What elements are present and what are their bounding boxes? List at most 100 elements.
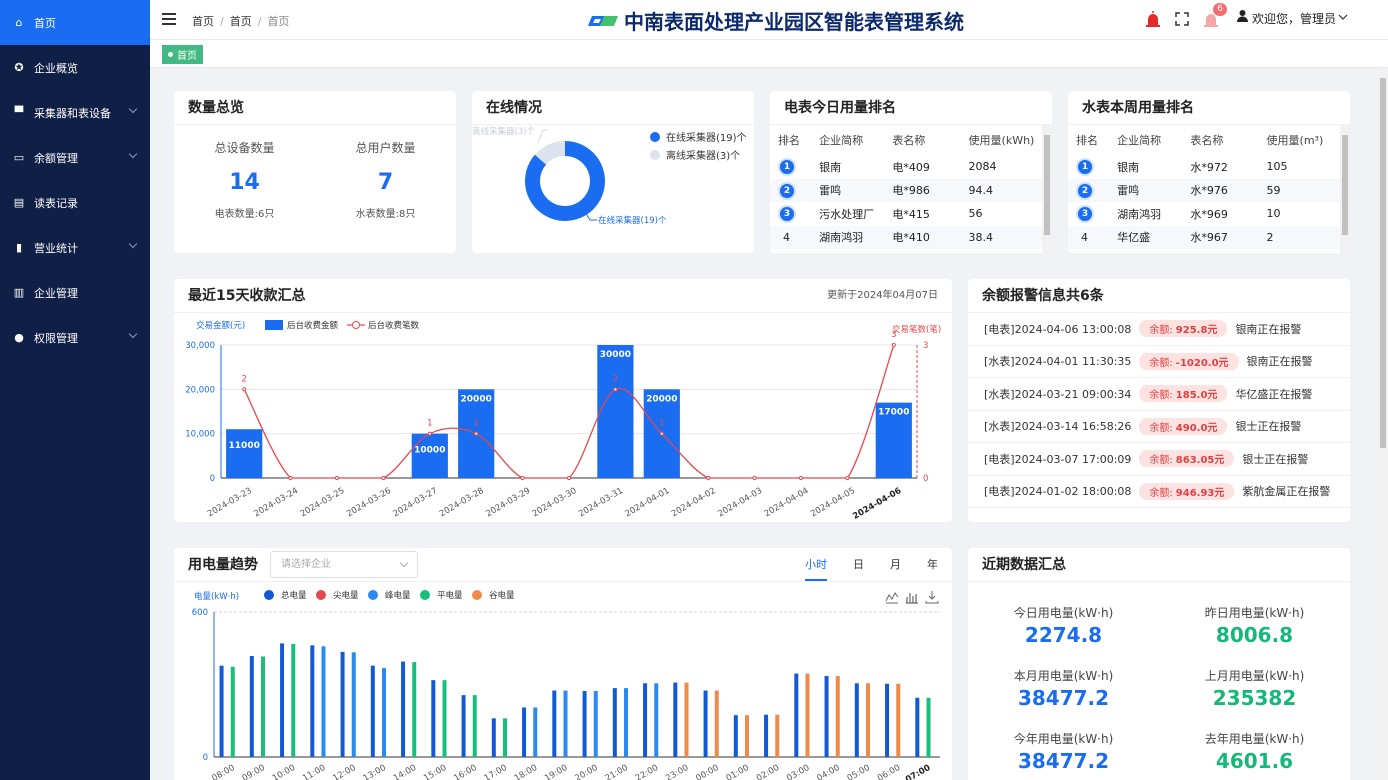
bar[interactable] [382, 668, 387, 757]
sidebar-item-3[interactable]: ▭ 余额管理 [0, 135, 150, 180]
alarm-icon[interactable] [1145, 10, 1161, 27]
bar[interactable] [321, 646, 326, 757]
bar[interactable] [491, 718, 496, 757]
sidebar-item-4[interactable]: ▤ 读表记录 [0, 180, 150, 225]
bar[interactable] [597, 345, 634, 478]
legend-item[interactable]: 总电量 [281, 590, 307, 601]
bar[interactable] [552, 690, 557, 757]
download-icon[interactable] [925, 591, 939, 604]
line-point[interactable] [381, 475, 386, 481]
line-point[interactable] [752, 475, 757, 481]
tab-home[interactable]: 首页 [162, 45, 203, 64]
bar-chart-icon[interactable] [906, 593, 918, 604]
bar[interactable] [835, 676, 840, 757]
line-point[interactable] [288, 475, 293, 481]
alert-row[interactable]: [水表]2024-03-14 16:58:26 余额: 490.0元 银士正在报警 [968, 411, 1350, 443]
bar[interactable] [885, 683, 890, 757]
bar[interactable] [775, 714, 780, 757]
page-scrollbar[interactable] [1378, 68, 1388, 780]
scrollbar[interactable] [1340, 125, 1350, 253]
bar[interactable] [249, 655, 254, 757]
legend-line[interactable]: 后台收费笔数 [368, 320, 420, 331]
line-chart-icon[interactable] [885, 592, 899, 604]
bar[interactable] [401, 661, 406, 757]
bar[interactable] [593, 691, 598, 757]
bar[interactable] [411, 433, 448, 478]
line-point[interactable] [242, 387, 247, 392]
line-point[interactable] [891, 342, 896, 348]
line-point[interactable] [566, 475, 572, 481]
bar[interactable] [926, 697, 931, 757]
user-menu[interactable]: 欢迎您，管理员 [1236, 10, 1348, 27]
legend-offline[interactable]: 离线采集器(3)个 [666, 149, 740, 162]
bar[interactable] [805, 673, 810, 757]
bar[interactable] [351, 652, 356, 757]
bar[interactable] [472, 695, 477, 757]
alert-row[interactable]: [电表]2024-03-07 17:00:09 余额: 863.05元 银士正在报警 [968, 443, 1350, 476]
bar[interactable] [340, 651, 345, 757]
bar[interactable] [230, 666, 235, 757]
bar[interactable] [503, 718, 508, 757]
bar[interactable] [896, 683, 901, 757]
alert-row[interactable]: [水表]2024-03-21 09:00:34 余额: 185.0元 华亿盛正在报警 [968, 378, 1350, 411]
bar[interactable] [280, 643, 285, 757]
scrollbar[interactable] [1042, 125, 1052, 253]
legend-item[interactable]: 峰电量 [385, 590, 411, 601]
line-point[interactable] [474, 431, 479, 436]
bar[interactable] [643, 683, 648, 757]
bar[interactable] [714, 690, 719, 757]
bar[interactable] [733, 715, 738, 757]
bar[interactable] [824, 676, 829, 757]
sidebar-item-1[interactable]: ✪ 企业概览 [0, 45, 150, 90]
period-tab[interactable]: 年 [927, 548, 938, 582]
company-select[interactable]: 请选择企业 [270, 551, 418, 578]
menu-toggle-icon[interactable] [162, 13, 176, 25]
line-point[interactable] [427, 431, 432, 436]
bar[interactable] [582, 691, 587, 757]
legend-item[interactable]: 谷电量 [489, 590, 515, 601]
bar[interactable] [745, 715, 750, 757]
bar[interactable] [291, 643, 296, 757]
line-point[interactable] [334, 475, 340, 481]
alert-row[interactable]: [电表]2024-01-02 18:00:08 余额: 946.93元 紫航金属正在报… [968, 476, 1350, 508]
sidebar-item-5[interactable]: ▮ 营业统计 [0, 225, 150, 270]
bar[interactable] [854, 683, 859, 757]
legend-item[interactable]: 尖电量 [333, 590, 359, 601]
bar[interactable] [370, 665, 375, 757]
bar[interactable] [226, 429, 263, 478]
bar[interactable] [563, 690, 568, 757]
bar[interactable] [522, 707, 527, 757]
legend-online[interactable]: 在线采集器(19)个 [666, 131, 747, 144]
line-point[interactable] [613, 387, 618, 392]
period-tab[interactable]: 小时 [805, 548, 827, 581]
fullscreen-icon[interactable] [1175, 11, 1189, 26]
bar[interactable] [794, 673, 799, 757]
bar[interactable] [654, 683, 659, 757]
alert-row[interactable]: [水表]2024-04-01 11:30:35 余额: -1020.0元 银南正在报警 [968, 346, 1350, 378]
bar[interactable] [624, 688, 629, 757]
legend-bar[interactable]: 后台收费金额 [287, 320, 339, 331]
line-point[interactable] [706, 475, 711, 481]
bar[interactable] [310, 645, 315, 757]
period-tab[interactable]: 月 [890, 548, 901, 582]
line-point[interactable] [520, 475, 525, 481]
bar[interactable] [461, 695, 466, 757]
legend-item[interactable]: 平电量 [437, 590, 463, 601]
bar[interactable] [431, 680, 436, 757]
breadcrumb-item[interactable]: 首页 [230, 15, 252, 28]
line-point[interactable] [798, 475, 804, 481]
alert-row[interactable]: [电表]2024-04-06 13:00:08 余额: 925.8元 银南正在报警 [968, 313, 1350, 346]
bar[interactable] [684, 682, 689, 757]
sidebar-item-6[interactable]: ▥ 企业管理 [0, 270, 150, 315]
line-point[interactable] [659, 431, 664, 436]
notification-bell-icon[interactable]: 6 [1203, 2, 1227, 27]
sidebar-item-7[interactable]: ● 权限管理 [0, 315, 150, 360]
bar[interactable] [612, 688, 617, 757]
bar[interactable] [442, 680, 447, 757]
bar[interactable] [673, 682, 678, 757]
bar[interactable] [703, 690, 708, 757]
bar[interactable] [533, 707, 538, 757]
bar[interactable] [219, 665, 224, 757]
bar[interactable] [412, 662, 417, 757]
period-tab[interactable]: 日 [853, 548, 864, 582]
